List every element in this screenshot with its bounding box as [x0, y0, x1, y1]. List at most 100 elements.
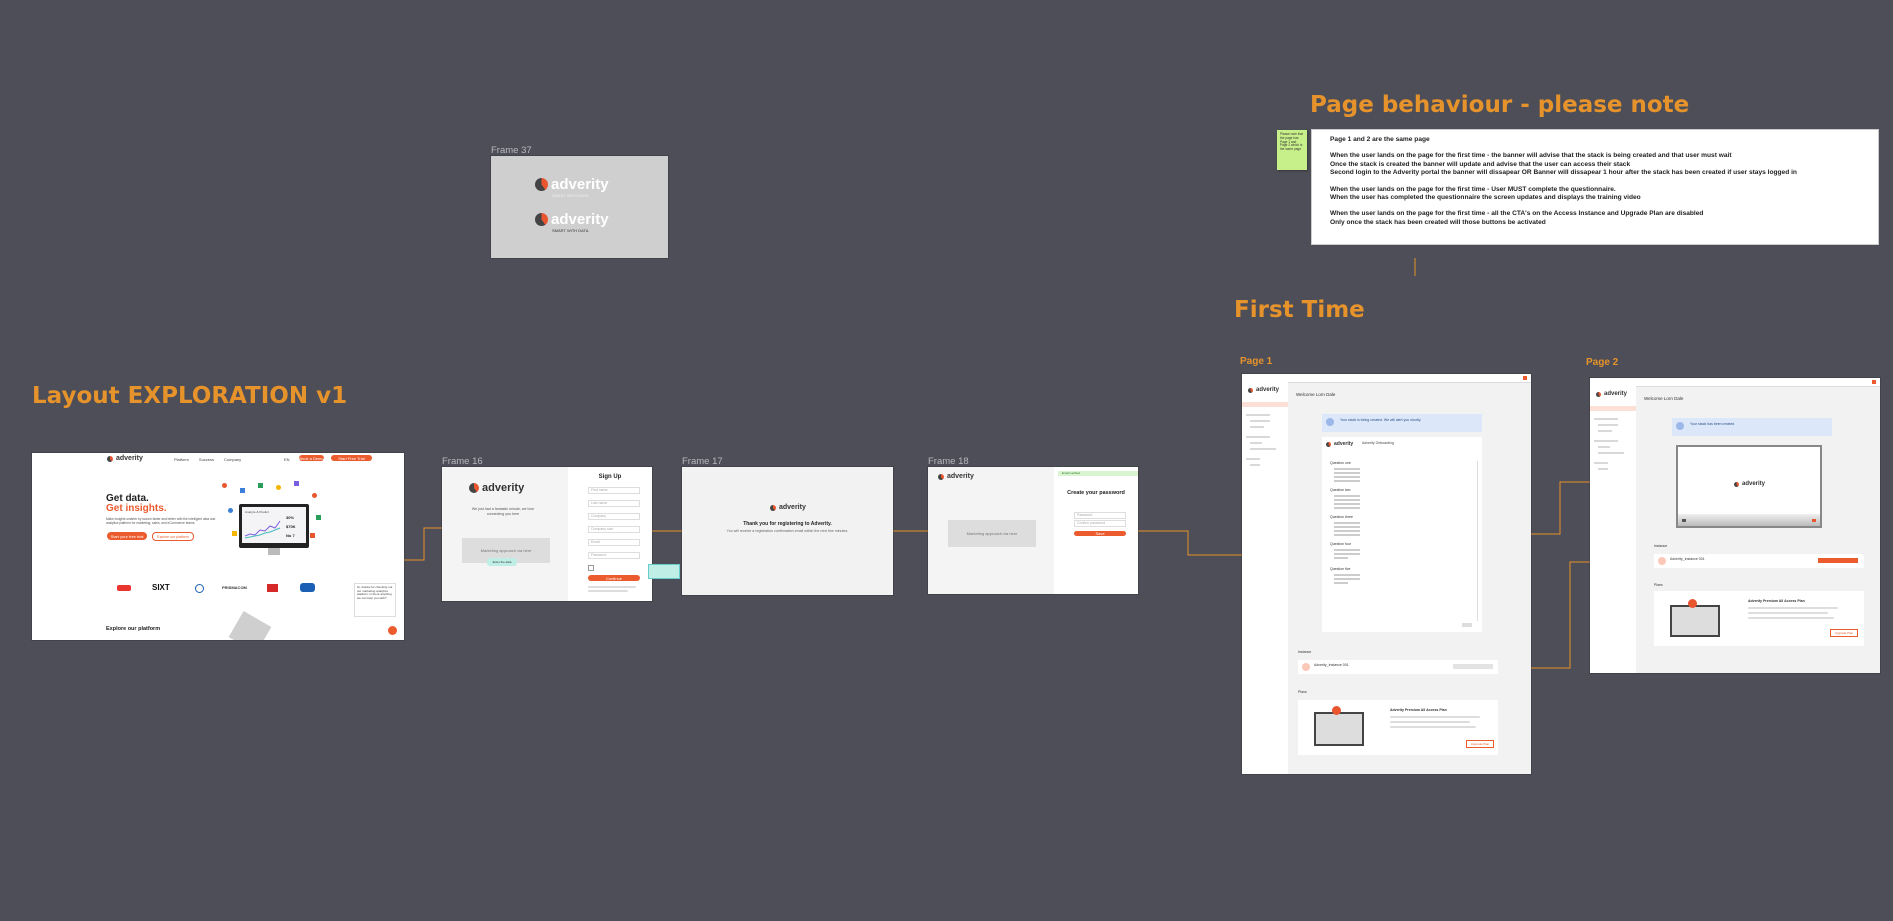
sidebar-item[interactable]	[1594, 462, 1608, 464]
sidebar-item[interactable]	[1598, 468, 1608, 470]
frame18-password[interactable]: adverity Marketing approach via here Ema…	[928, 467, 1138, 594]
sidebar-item[interactable]	[1598, 430, 1612, 432]
plan-description	[1390, 716, 1480, 718]
password-field[interactable]: Password	[588, 552, 640, 559]
language-select[interactable]: EN	[284, 457, 290, 462]
sidebar-item[interactable]	[1246, 414, 1270, 416]
decorative-hexagon	[228, 611, 272, 640]
chat-icon[interactable]	[388, 626, 397, 635]
brand-name: adverity	[779, 504, 806, 511]
brand-name: adverity	[551, 176, 609, 193]
hero-cta-secondary[interactable]: Explore our platform	[152, 532, 194, 541]
confirm-password-field[interactable]: Confirm password	[1074, 520, 1126, 527]
sidebar-item[interactable]	[1250, 442, 1262, 444]
question-option[interactable]	[1334, 468, 1360, 470]
question-option[interactable]	[1334, 530, 1360, 532]
header-logo[interactable]: adverity	[107, 455, 143, 462]
sidebar-item[interactable]	[1246, 458, 1260, 460]
sidebar-item[interactable]	[1598, 452, 1624, 454]
question-option[interactable]	[1334, 578, 1360, 580]
fullscreen-icon[interactable]	[1812, 519, 1816, 522]
email-field[interactable]: Email	[588, 539, 640, 546]
user-avatar[interactable]	[1872, 380, 1876, 384]
question-option[interactable]	[1334, 549, 1360, 551]
sidebar-item-active[interactable]	[1590, 406, 1636, 411]
upgrade-plan-button[interactable]: Upgrade Plan	[1466, 740, 1494, 748]
question-option[interactable]	[1334, 476, 1360, 478]
company-size-field[interactable]: Company size	[588, 526, 640, 533]
question-option[interactable]	[1334, 534, 1360, 536]
first-name-field[interactable]: First name	[588, 487, 640, 494]
sidebar-item[interactable]	[1594, 440, 1618, 442]
sidebar-item[interactable]	[1598, 446, 1610, 448]
signup-comment-bubble[interactable]	[648, 564, 680, 579]
questionnaire-submit-button[interactable]	[1462, 623, 1472, 627]
page2-dashboard[interactable]: adverity Welcome Lorn Dale Your stack ha…	[1590, 378, 1880, 673]
plan-title: Adverity Premium All Access Plan	[1748, 599, 1805, 603]
signup-continue-button[interactable]: Continue	[588, 575, 640, 581]
question-option[interactable]	[1334, 495, 1360, 497]
sidebar-item[interactable]	[1250, 448, 1276, 450]
questionnaire-card: adverity Adverity Onboarding Question on…	[1322, 437, 1482, 632]
instance-name: Adverity_Instance 001	[1314, 663, 1349, 667]
save-password-button[interactable]: Save	[1074, 531, 1126, 536]
sidebar-item[interactable]	[1246, 436, 1270, 438]
access-instance-button-disabled[interactable]	[1453, 664, 1493, 669]
sidebar-item-active[interactable]	[1242, 402, 1288, 407]
question-option[interactable]	[1334, 582, 1348, 584]
play-icon[interactable]	[1682, 519, 1686, 522]
question-option[interactable]	[1334, 557, 1348, 559]
customer-logo-prismacom: PRISMACOM	[222, 585, 247, 590]
monitor-screen: Analyze & Predict 30% $70K No 7	[242, 507, 306, 543]
thanks-body: You will receive a registration confirma…	[726, 529, 849, 533]
question-option[interactable]	[1334, 522, 1360, 524]
book-demo-button[interactable]: Book a Demo	[299, 455, 324, 461]
note-line: When the user has completed the question…	[1330, 194, 1641, 202]
training-video[interactable]: adverity	[1676, 445, 1822, 528]
frame16-signup[interactable]: adverity We just had a fantastic minute,…	[442, 467, 652, 601]
password-form-panel: Email verified Create your password Pass…	[1054, 467, 1138, 594]
brand-name: adverity	[1604, 391, 1628, 397]
nav-company[interactable]: Company	[224, 457, 241, 462]
plan-description	[1748, 607, 1838, 609]
legal-text	[588, 586, 636, 588]
frame17-thanks[interactable]: adverity Thank you for registering to Ad…	[682, 467, 893, 595]
upgrade-plan-button[interactable]: Upgrade Plan	[1830, 629, 1858, 637]
nav-success[interactable]: Success	[199, 457, 214, 462]
start-trial-button[interactable]: Start Free Trial	[331, 455, 372, 461]
sidebar-item[interactable]	[1250, 426, 1264, 428]
question-option[interactable]	[1334, 480, 1360, 482]
question-option[interactable]	[1334, 507, 1360, 509]
video-controls[interactable]	[1678, 514, 1820, 526]
question-heading: Question four	[1330, 542, 1352, 546]
company-field[interactable]: Company	[588, 513, 640, 520]
question-option[interactable]	[1334, 503, 1360, 505]
info-icon	[1676, 422, 1684, 430]
question-option[interactable]	[1334, 526, 1360, 528]
last-name-field[interactable]: Last name	[588, 500, 640, 507]
sidebar-item[interactable]	[1598, 424, 1618, 426]
sidebar-item[interactable]	[1594, 418, 1618, 420]
question-option[interactable]	[1334, 574, 1360, 576]
sidebar-item[interactable]	[1250, 464, 1260, 466]
terms-checkbox[interactable]	[588, 565, 594, 571]
chat-popup[interactable]: Hi, thanks for checking out our marketin…	[354, 583, 396, 617]
access-instance-button[interactable]	[1818, 558, 1858, 563]
question-option[interactable]	[1334, 499, 1360, 501]
plans-section-title: Plans	[1654, 583, 1663, 587]
user-avatar[interactable]	[1523, 376, 1527, 380]
questionnaire-scrollbar[interactable]	[1477, 461, 1478, 621]
frame37[interactable]: adverity SMART WITH DATA adverity SMART …	[491, 156, 668, 258]
sticky-note[interactable]: Please note that the page has Page 1 and…	[1277, 130, 1307, 170]
hero-cta-primary[interactable]: Start your free trial	[107, 532, 147, 540]
question-option[interactable]	[1334, 553, 1360, 555]
brand-tagline: SMART WITH DATA	[552, 193, 589, 198]
plans-section-title: Plans	[1298, 690, 1307, 694]
nav-platform[interactable]: Platform	[174, 457, 189, 462]
page1-dashboard[interactable]: adverity Welcome Lorn Dale Your stack is…	[1242, 374, 1531, 774]
adverity-logo-icon	[938, 473, 944, 480]
question-option[interactable]	[1334, 472, 1360, 474]
new-password-field[interactable]: Password	[1074, 512, 1126, 519]
sidebar-item[interactable]	[1250, 420, 1270, 422]
landing-page-frame[interactable]: adverity Platform Success Company EN Boo…	[32, 453, 404, 640]
